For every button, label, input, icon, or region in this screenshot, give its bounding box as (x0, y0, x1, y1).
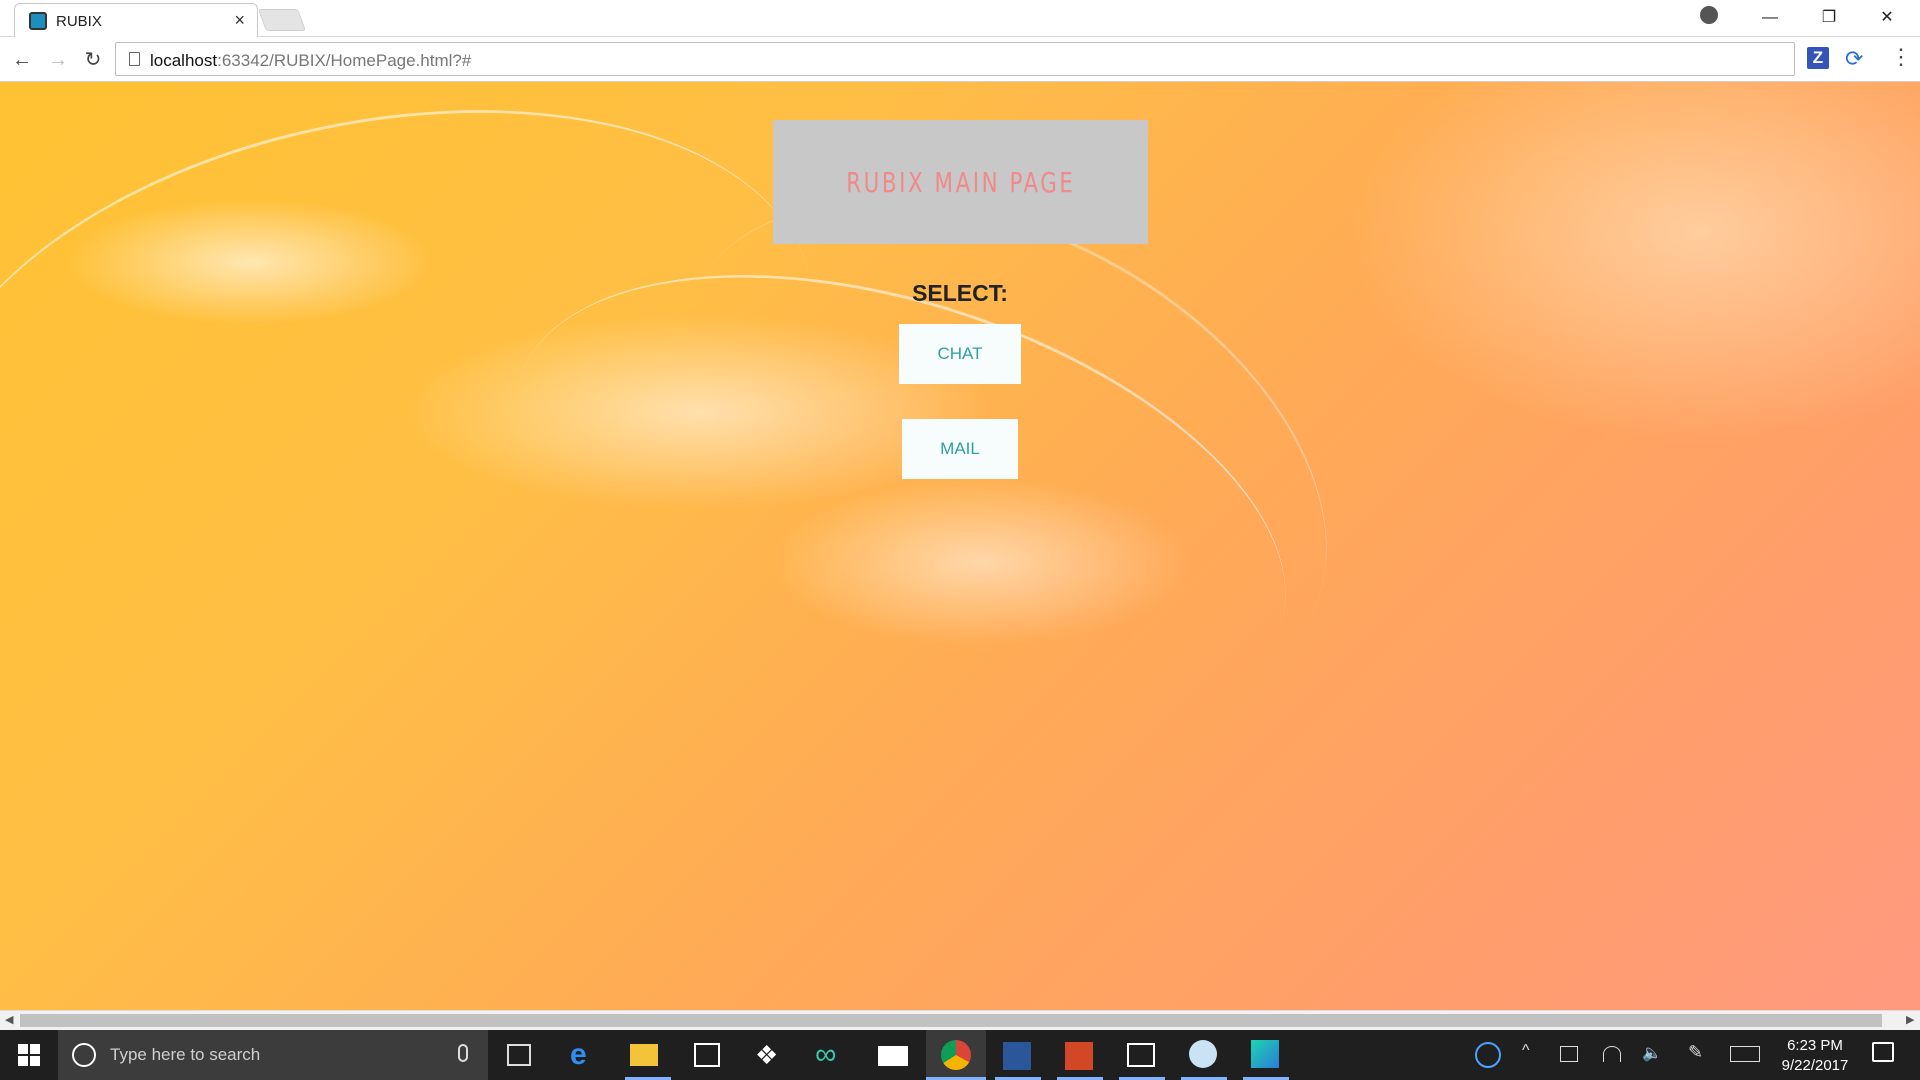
word-icon[interactable] (1003, 1042, 1031, 1070)
windows-taskbar: Type here to search e ❖ ∞ ^ 🔈 ✎ 6:23 PM … (0, 1030, 1920, 1080)
action-center-icon[interactable] (1872, 1042, 1894, 1062)
page-info-icon[interactable] (129, 52, 140, 66)
chrome-icon[interactable] (941, 1040, 971, 1070)
tab-close-icon[interactable]: × (234, 10, 245, 31)
url-path: :63342/RUBIX/HomePage.html?# (217, 51, 472, 70)
show-hidden-icons-icon[interactable]: ^ (1522, 1042, 1540, 1059)
microphone-icon[interactable] (458, 1044, 468, 1062)
minimize-button[interactable]: — (1747, 4, 1793, 32)
url-host: localhost (150, 51, 218, 70)
search-placeholder: Type here to search (110, 1045, 261, 1064)
browser-menu-icon[interactable]: ⋮ (1890, 44, 1912, 70)
clock-time: 6:23 PM (1787, 1037, 1843, 1054)
chat-button[interactable]: CHAT (899, 324, 1021, 384)
clock-date: 9/22/2017 (1781, 1057, 1849, 1074)
browser-toolbar: ← → ↻ localhost:63342/RUBIX/HomePage.htm… (0, 38, 1920, 82)
photos-icon[interactable] (1127, 1043, 1155, 1067)
page-title: RUBIX MAIN PAGE (845, 165, 1076, 199)
volume-icon[interactable]: 🔈 (1642, 1043, 1662, 1062)
reload-button[interactable]: ↻ (79, 46, 107, 74)
store-icon[interactable] (694, 1043, 720, 1067)
edge-icon[interactable]: e (570, 1040, 600, 1070)
new-tab-button[interactable] (257, 9, 307, 31)
taskbar-clock[interactable]: 6:23 PM 9/22/2017 (1770, 1036, 1860, 1076)
select-label: SELECT: (912, 280, 1008, 306)
infinity-icon[interactable]: ∞ (815, 1040, 845, 1070)
dropbox-icon[interactable]: ❖ (755, 1040, 785, 1070)
back-button[interactable]: ← (8, 46, 36, 74)
restore-button[interactable]: ❐ (1806, 4, 1852, 32)
address-bar[interactable]: localhost:63342/RUBIX/HomePage.html?# (115, 42, 1795, 76)
zotero-extension-icon[interactable]: Z (1807, 47, 1829, 69)
tab-title: RUBIX (56, 13, 102, 30)
keyboard-icon[interactable] (1730, 1046, 1760, 1062)
page-viewport: RUBIX MAIN PAGE SELECT: CHAT MAIL (0, 82, 1920, 1010)
mail-button[interactable]: MAIL (902, 419, 1018, 479)
mail-icon[interactable] (878, 1046, 908, 1066)
windows-start-icon[interactable] (18, 1044, 40, 1066)
browser-tab[interactable]: RUBIX × (14, 3, 258, 37)
url-text[interactable]: localhost:63342/RUBIX/HomePage.html?# (150, 51, 471, 71)
header-banner: RUBIX MAIN PAGE (773, 120, 1148, 244)
webstorm-icon[interactable] (1251, 1040, 1279, 1068)
browser-titlebar: RUBIX × — ❐ ✕ (0, 0, 1920, 37)
powerpoint-icon[interactable] (1065, 1042, 1093, 1070)
task-view-icon[interactable] (507, 1044, 531, 1066)
cortana-icon (72, 1043, 96, 1067)
profile-icon[interactable] (1700, 6, 1718, 24)
wifi-icon[interactable] (1603, 1046, 1621, 1062)
help-icon[interactable] (1475, 1042, 1501, 1068)
horizontal-scrollbar[interactable]: ◀ ▶ (0, 1010, 1920, 1030)
forward-button[interactable]: → (44, 46, 72, 74)
taskbar-search-box[interactable]: Type here to search (58, 1030, 488, 1080)
scrollbar-thumb[interactable] (20, 1014, 1882, 1027)
close-window-button[interactable]: ✕ (1864, 4, 1910, 32)
scroll-right-icon[interactable]: ▶ (1906, 1013, 1914, 1026)
paint-icon[interactable] (1189, 1040, 1217, 1068)
scroll-left-icon[interactable]: ◀ (5, 1013, 13, 1026)
sync-extension-icon[interactable]: ⟳ (1845, 46, 1863, 72)
file-explorer-icon[interactable] (630, 1044, 658, 1066)
pen-icon[interactable]: ✎ (1688, 1042, 1706, 1062)
battery-icon[interactable] (1560, 1046, 1578, 1062)
rubix-favicon-icon (29, 12, 47, 30)
